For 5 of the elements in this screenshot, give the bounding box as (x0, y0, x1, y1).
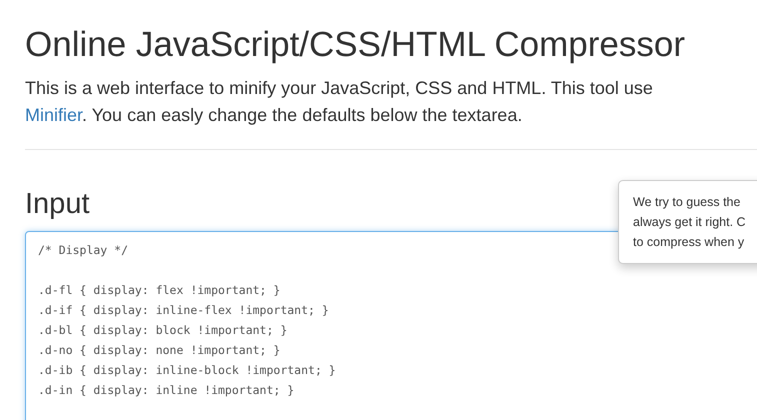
input-heading: Input (25, 190, 90, 218)
tooltip: We try to guess the always get it right. C to compress when y (618, 180, 757, 264)
minifier-link[interactable]: Minifier (25, 104, 82, 124)
page-title: Online JavaScript/CSS/HTML Compressor (25, 24, 686, 64)
intro-paragraph: This is a web interface to minify your JavaScript, CSS and HTML. This tool use Minifier. You can easly change the defaults below the textarea. (25, 76, 653, 127)
